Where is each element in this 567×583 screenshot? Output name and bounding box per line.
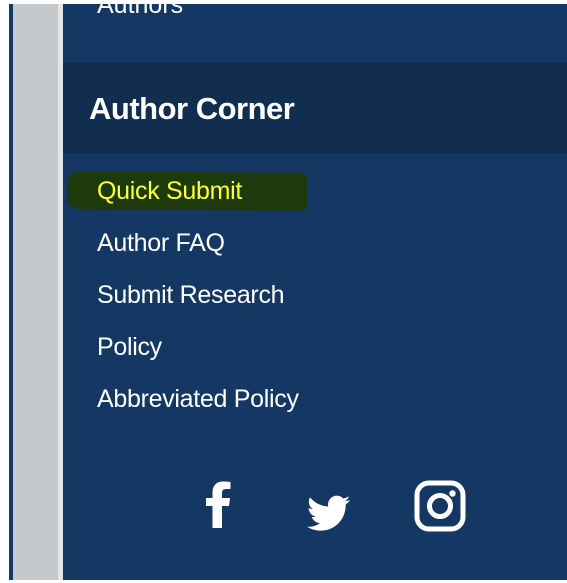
- author-faq-label: Author FAQ: [97, 229, 225, 257]
- submit-research-label: Submit Research: [97, 281, 285, 309]
- social-links: [63, 478, 567, 534]
- submit-research-link[interactable]: Submit Research: [97, 280, 299, 332]
- section-title: Author Corner: [89, 91, 295, 126]
- facebook-icon: [206, 481, 231, 528]
- page-edge-strip: [13, 4, 58, 580]
- policy-link[interactable]: Policy: [97, 332, 299, 384]
- authors-link[interactable]: Authors: [97, 4, 183, 20]
- abbreviated-policy-label: Abbreviated Policy: [97, 385, 299, 413]
- quick-submit-link[interactable]: Quick Submit: [66, 171, 308, 228]
- abbreviated-policy-link[interactable]: Abbreviated Policy: [97, 384, 299, 436]
- author-faq-link[interactable]: Author FAQ: [97, 228, 299, 280]
- twitter-icon: [306, 495, 351, 531]
- author-sidebar: Authors Author Corner Quick Submit Autho…: [63, 4, 567, 580]
- sidebar-frame: Authors Author Corner Quick Submit Autho…: [9, 4, 567, 580]
- twitter-link[interactable]: [306, 478, 352, 534]
- instagram-icon: [414, 480, 466, 532]
- instagram-link[interactable]: [413, 478, 467, 534]
- author-corner-header: Author Corner: [63, 63, 567, 153]
- facebook-link[interactable]: [203, 478, 233, 534]
- quick-submit-label: Quick Submit: [97, 177, 243, 205]
- policy-label: Policy: [97, 333, 162, 361]
- author-corner-links: Quick Submit Author FAQ Submit Research …: [66, 171, 308, 436]
